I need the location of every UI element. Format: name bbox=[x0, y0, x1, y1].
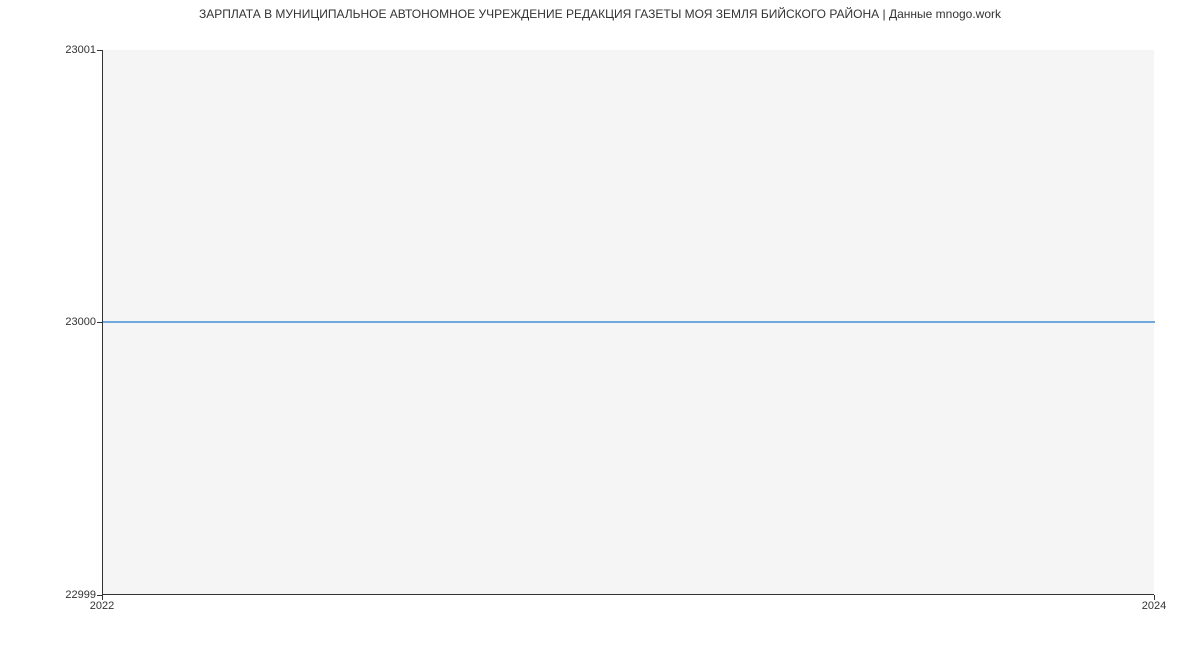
y-tick-label: 23000 bbox=[6, 316, 96, 328]
y-tick-label: 23001 bbox=[6, 44, 96, 56]
chart-title: ЗАРПЛАТА В МУНИЦИПАЛЬНОЕ АВТОНОМНОЕ УЧРЕ… bbox=[0, 7, 1200, 21]
chart-container: ЗАРПЛАТА В МУНИЦИПАЛЬНОЕ АВТОНОМНОЕ УЧРЕ… bbox=[0, 0, 1200, 650]
x-tick-mark bbox=[102, 595, 103, 600]
y-tick-label: 22999 bbox=[6, 589, 96, 601]
x-tick-label: 2022 bbox=[90, 600, 114, 612]
x-tick-mark bbox=[1154, 595, 1155, 600]
y-tick-mark bbox=[97, 322, 102, 323]
data-line-series-1 bbox=[103, 321, 1155, 323]
x-tick-label: 2024 bbox=[1142, 600, 1166, 612]
plot-area bbox=[102, 50, 1154, 595]
y-tick-mark bbox=[97, 50, 102, 51]
